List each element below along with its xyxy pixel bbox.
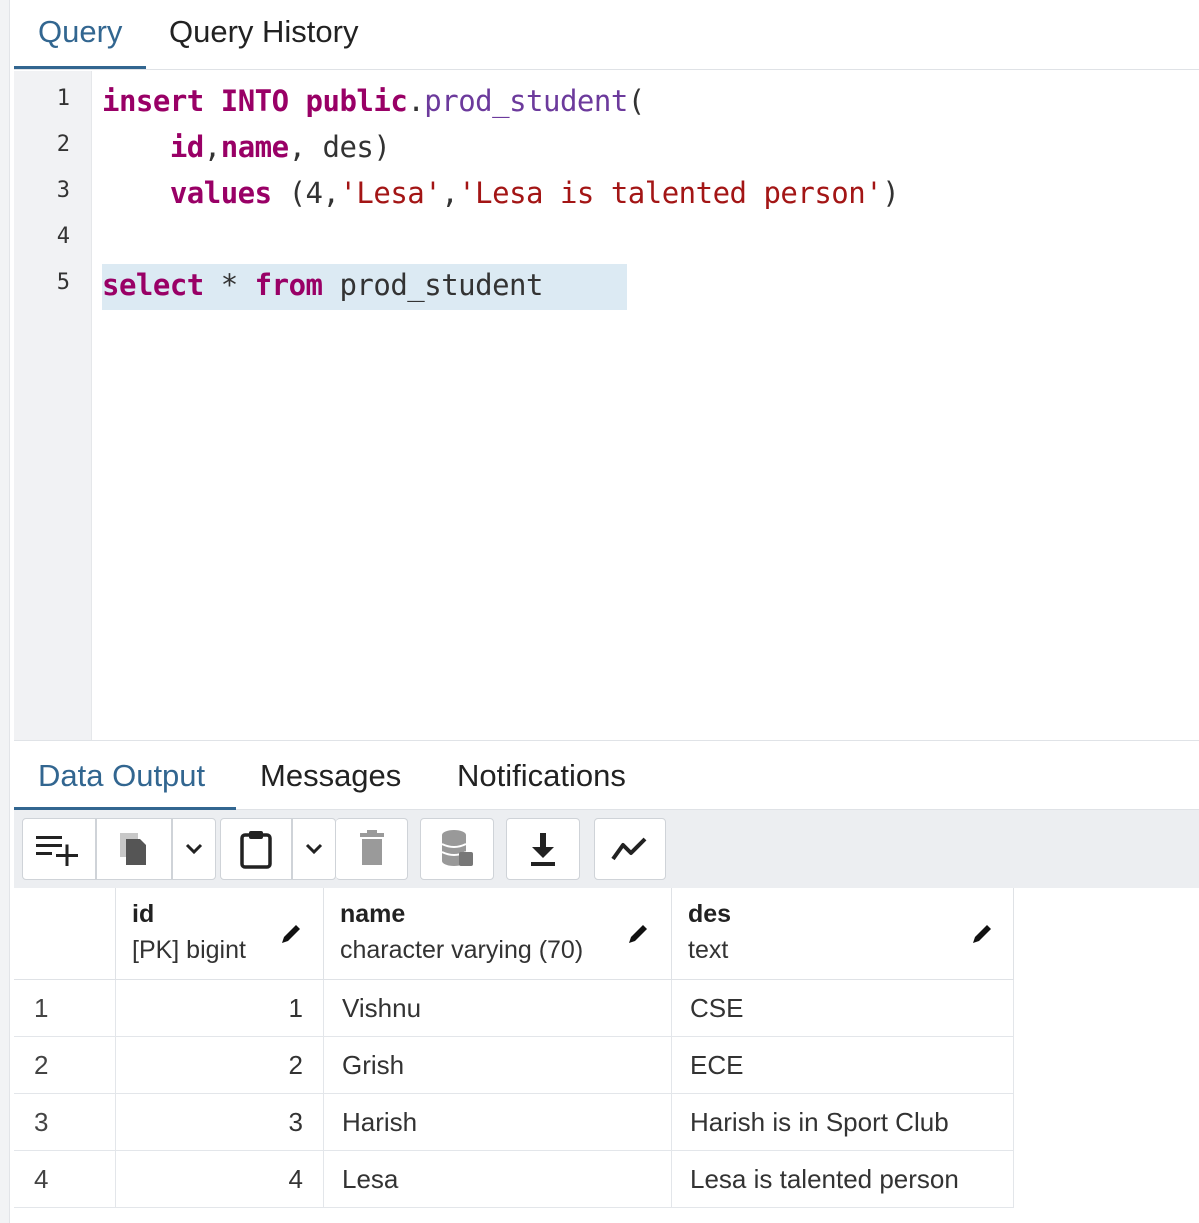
column-type: text: [688, 936, 729, 964]
code-token: 'Lesa': [339, 176, 442, 210]
copy-options-dropdown[interactable]: [172, 818, 216, 880]
code-token: select: [102, 268, 204, 302]
column-name: id: [132, 900, 155, 928]
code-token: ): [882, 176, 900, 210]
code-token: name: [220, 130, 289, 164]
code-line-5[interactable]: select * from prod_student: [102, 262, 543, 308]
download-button[interactable]: [506, 818, 580, 880]
row-number[interactable]: 3: [14, 1094, 116, 1151]
save-data-icon: [441, 830, 473, 866]
row-number[interactable]: 4: [14, 1151, 116, 1208]
code-line-2[interactable]: id,name, des): [102, 124, 391, 170]
column-header-name[interactable]: name character varying (70): [324, 888, 672, 980]
chevron-down-icon: [185, 843, 203, 855]
code-token: values: [169, 176, 272, 210]
graph-visualiser-button[interactable]: [594, 818, 666, 880]
row-number[interactable]: 1: [14, 980, 116, 1037]
cell-id[interactable]: 4: [116, 1151, 324, 1208]
query-tab-bar: Query Query History: [14, 0, 1199, 70]
code-token: ,: [203, 130, 221, 164]
cell-name[interactable]: Grish: [324, 1037, 672, 1094]
line-number: 2: [56, 132, 70, 157]
row-number-header[interactable]: [14, 888, 116, 980]
delete-row-button[interactable]: [336, 818, 408, 880]
paste-button[interactable]: [220, 818, 292, 880]
code-token: INTO: [220, 84, 289, 118]
column-type: [PK] bigint: [132, 936, 246, 964]
paste-icon: [240, 831, 272, 869]
edit-pencil-icon[interactable]: [626, 922, 650, 946]
copy-icon: [120, 833, 146, 865]
code-token: prod_student: [322, 268, 543, 302]
add-row-icon: [36, 836, 78, 866]
code-token: prod_student: [424, 84, 628, 118]
code-token: id: [169, 130, 204, 164]
tab-messages[interactable]: Messages: [260, 756, 401, 796]
download-icon: [531, 833, 555, 866]
code-token: *: [203, 268, 255, 302]
chevron-down-icon: [305, 843, 323, 855]
code-token: insert: [102, 84, 204, 118]
column-header-id[interactable]: id [PK] bigint: [116, 888, 324, 980]
copy-button[interactable]: [96, 818, 172, 880]
cell-id[interactable]: 1: [116, 980, 324, 1037]
code-token: 'Lesa is talented person': [458, 176, 883, 210]
column-name: name: [340, 900, 406, 928]
line-number: 5: [56, 270, 70, 295]
row-number[interactable]: 2: [14, 1037, 116, 1094]
column-header-des[interactable]: des text: [672, 888, 1014, 980]
cell-des[interactable]: Lesa is talented person: [672, 1151, 1014, 1208]
cell-name[interactable]: Vishnu: [324, 980, 672, 1037]
cell-des[interactable]: Harish is in Sport Club: [672, 1094, 1014, 1151]
table-row[interactable]: 3 3 Harish Harish is in Sport Club: [14, 1094, 1014, 1151]
line-number: 1: [56, 86, 70, 111]
left-frame-strip: [0, 0, 10, 1223]
cell-id[interactable]: 2: [116, 1037, 324, 1094]
line-number: 4: [56, 224, 70, 249]
cell-des[interactable]: CSE: [672, 980, 1014, 1037]
tab-query-history[interactable]: Query History: [169, 12, 358, 52]
edit-pencil-icon[interactable]: [970, 922, 994, 946]
table-row[interactable]: 4 4 Lesa Lesa is talented person: [14, 1151, 1014, 1208]
code-token: from: [254, 268, 323, 302]
tab-query[interactable]: Query: [38, 12, 122, 52]
table-row[interactable]: 1 1 Vishnu CSE: [14, 980, 1014, 1037]
graph-icon: [611, 837, 647, 861]
delete-icon: [359, 830, 384, 865]
cell-name[interactable]: Lesa: [324, 1151, 672, 1208]
cell-name[interactable]: Harish: [324, 1094, 672, 1151]
sql-editor[interactable]: 1 2 3 4 5 insert INTO public.prod_studen…: [14, 71, 1199, 740]
column-type: character varying (70): [340, 936, 584, 964]
column-name: des: [688, 900, 732, 928]
cell-des[interactable]: ECE: [672, 1037, 1014, 1094]
output-tab-bar: Data Output Messages Notifications: [14, 740, 1199, 810]
active-tab-indicator: [14, 66, 146, 69]
tab-data-output[interactable]: Data Output: [38, 756, 205, 796]
add-row-button[interactable]: [22, 818, 96, 880]
data-output-toolbar: [14, 810, 1199, 888]
code-line-1[interactable]: insert INTO public.prod_student(: [102, 78, 645, 124]
line-number: 3: [56, 178, 70, 203]
code-token: (: [627, 84, 645, 118]
tab-notifications[interactable]: Notifications: [457, 756, 626, 796]
code-line-3[interactable]: values (4,'Lesa','Lesa is talented perso…: [102, 170, 900, 216]
line-number-gutter: 1 2 3 4 5: [14, 71, 92, 740]
save-data-button[interactable]: [420, 818, 494, 880]
code-token: , des): [288, 130, 391, 164]
code-token: (4,: [271, 176, 340, 210]
cell-id[interactable]: 3: [116, 1094, 324, 1151]
code-token: ,: [441, 176, 459, 210]
code-token: public: [305, 84, 408, 118]
paste-options-dropdown[interactable]: [292, 818, 336, 880]
code-token: .: [407, 84, 425, 118]
table-row[interactable]: 2 2 Grish ECE: [14, 1037, 1014, 1094]
edit-pencil-icon[interactable]: [279, 922, 303, 946]
